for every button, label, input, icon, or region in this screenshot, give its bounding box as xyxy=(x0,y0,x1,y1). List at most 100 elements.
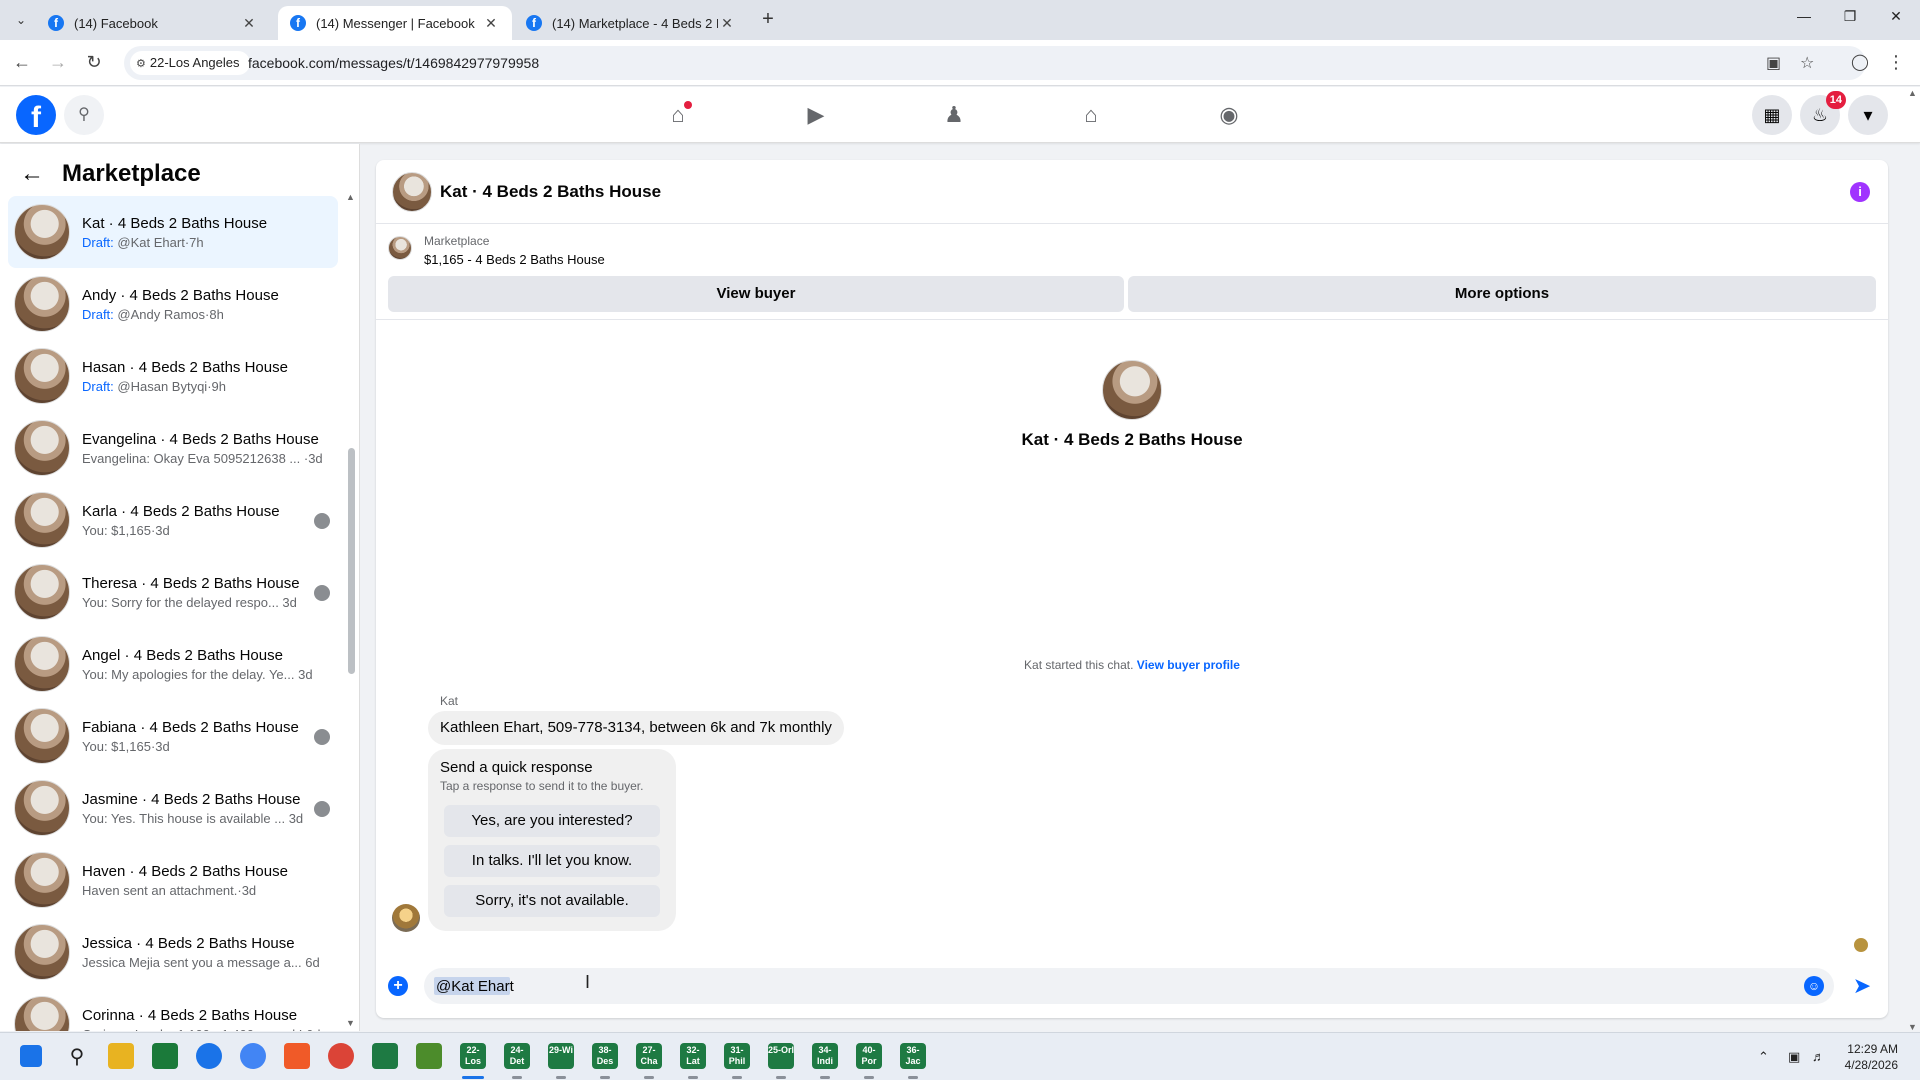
scroll-up-icon[interactable]: ▲ xyxy=(346,192,355,202)
taskbar-sheet-app[interactable]: 27-Cha xyxy=(636,1043,662,1069)
emoji-icon[interactable]: ☺ xyxy=(1804,976,1824,996)
close-tab-icon[interactable]: ✕ xyxy=(240,15,258,32)
more-options-button[interactable]: More options xyxy=(1128,276,1876,312)
conversation-item[interactable]: Andy · 4 Beds 2 Baths House Draft: @Andy … xyxy=(8,268,338,340)
page-scroll-up-icon[interactable]: ▲ xyxy=(1908,88,1917,98)
video-icon[interactable]: ▶ xyxy=(796,99,836,131)
chat-title[interactable]: Kat · 4 Beds 2 Baths House xyxy=(440,182,661,202)
conversation-item[interactable]: Jessica · 4 Beds 2 Baths House Jessica Me… xyxy=(8,916,338,988)
network-icon[interactable]: ▣ xyxy=(1788,1049,1800,1065)
account-chevron-icon[interactable]: ▾ xyxy=(1848,95,1888,135)
volume-icon[interactable]: ♬ xyxy=(1812,1049,1825,1064)
taskbar-sheet-app[interactable]: 24-Det xyxy=(504,1043,530,1069)
conversation-item[interactable]: Evangelina · 4 Beds 2 Baths House Evangel… xyxy=(8,412,338,484)
quick-response-talks-button[interactable]: In talks. I'll let you know. xyxy=(444,845,660,877)
system-clock[interactable]: 12:29 AM 4/28/2026 xyxy=(1845,1041,1898,1073)
taskbar-sheet-app[interactable]: 32-Lat xyxy=(680,1043,706,1069)
scroll-down-icon[interactable]: ▼ xyxy=(346,1018,355,1028)
notifications-bell-icon[interactable]: ♨ 14 xyxy=(1800,91,1846,135)
new-tab-button[interactable]: + xyxy=(756,8,780,31)
start-windows-icon[interactable] xyxy=(20,1045,42,1067)
quick-response-yes-button[interactable]: Yes, are you interested? xyxy=(444,805,660,837)
conversation-preview: You: $1,165·3d xyxy=(82,739,322,754)
preview-text: @Kat Ehart xyxy=(113,234,185,250)
info-icon[interactable]: i xyxy=(1850,182,1870,202)
taskbar-search-icon[interactable]: ⚲ xyxy=(64,1043,90,1069)
sheet-app-icon[interactable] xyxy=(372,1043,398,1069)
view-buyer-profile-link[interactable]: View buyer profile xyxy=(1137,658,1240,672)
page-scrollbar[interactable]: ▲ ▼ xyxy=(1906,88,1920,1032)
preview-text: You: My apologies for the delay. Ye... xyxy=(82,666,295,682)
url-text[interactable]: facebook.com/messages/t/1469842977979958 xyxy=(248,55,539,71)
scrollbar-thumb[interactable] xyxy=(348,448,355,674)
taskbar-sheet-app[interactable]: 36-Jac xyxy=(900,1043,926,1069)
conversation-name: Jessica · 4 Beds 2 Baths House xyxy=(82,934,295,952)
brave-icon[interactable] xyxy=(284,1043,310,1069)
chat-avatar[interactable] xyxy=(392,172,432,212)
taskbar-sheet-app[interactable]: 34-Indi xyxy=(812,1043,838,1069)
marketplace-icon[interactable]: ⌂ xyxy=(1071,99,1111,131)
conversation-item[interactable]: Haven · 4 Beds 2 Baths House Haven sent a… xyxy=(8,844,338,916)
close-tab-icon[interactable]: ✕ xyxy=(482,15,500,32)
restore-icon[interactable]: ❐ xyxy=(1836,8,1864,25)
reload-icon[interactable]: ↻ xyxy=(82,52,106,73)
taskbar-running-indicator xyxy=(600,1076,610,1079)
home-icon[interactable]: ⌂ xyxy=(658,99,698,131)
tab-messenger[interactable]: f (14) Messenger | Facebook ✕ xyxy=(278,6,512,40)
facebook-favicon-icon: f xyxy=(48,15,64,31)
menu-grid-icon[interactable]: ▦ xyxy=(1752,95,1792,135)
conversation-item[interactable]: Kat · 4 Beds 2 Baths House Draft: @Kat Eh… xyxy=(8,196,338,268)
back-icon[interactable]: ← xyxy=(10,52,34,73)
taskbar-sheet-app[interactable]: 40-Por xyxy=(856,1043,882,1069)
preview-text: You: Sorry for the delayed respo... xyxy=(82,594,279,610)
omnibox[interactable]: ⚙ 22-Los Angeles facebook.com/messages/t/… xyxy=(124,46,1866,80)
taskbar-sheet-app[interactable]: 31-Phil xyxy=(724,1043,750,1069)
taskbar-sheet-app[interactable]: 25-Orl xyxy=(768,1043,794,1069)
install-app-icon[interactable]: ▣ xyxy=(1766,53,1781,73)
conversation-item[interactable]: Jasmine · 4 Beds 2 Baths House You: Yes. … xyxy=(8,772,338,844)
profile-icon[interactable]: ◯ xyxy=(1848,52,1872,72)
browser-icon[interactable] xyxy=(196,1043,222,1069)
taskbar-sheet-app[interactable]: 22-Los xyxy=(460,1043,486,1069)
send-icon[interactable]: ➤ xyxy=(1848,972,1876,1000)
sidebar-scrollbar[interactable]: ▲ ▼ xyxy=(346,192,356,1028)
plus-icon[interactable]: + xyxy=(388,976,408,996)
conversation-item[interactable]: Fabiana · 4 Beds 2 Baths House You: $1,16… xyxy=(8,700,338,772)
search-icon[interactable]: ⚲ xyxy=(64,95,104,135)
friends-icon[interactable]: ♟ xyxy=(934,99,974,131)
file-explorer-icon[interactable] xyxy=(108,1043,134,1069)
tray-chevron-icon[interactable]: ⌃ xyxy=(1758,1049,1769,1065)
site-info-chip[interactable]: ⚙ 22-Los Angeles xyxy=(130,51,250,75)
tab-marketplace[interactable]: f (14) Marketplace - 4 Beds 2 Bat ✕ xyxy=(514,6,748,40)
bookmark-star-icon[interactable]: ☆ xyxy=(1800,53,1814,73)
close-window-icon[interactable]: ✕ xyxy=(1882,8,1910,25)
quick-response-unavailable-button[interactable]: Sorry, it's not available. xyxy=(444,885,660,917)
chrome-profile-icon[interactable] xyxy=(328,1043,354,1069)
page-scroll-down-icon[interactable]: ▼ xyxy=(1908,1022,1917,1032)
conversation-item[interactable]: Karla · 4 Beds 2 Baths House You: $1,165·… xyxy=(8,484,338,556)
close-tab-icon[interactable]: ✕ xyxy=(718,15,736,32)
more-menu-icon[interactable]: ⋮ xyxy=(1884,52,1908,73)
facebook-logo-icon[interactable]: f xyxy=(16,95,56,135)
listing-title[interactable]: $1,165 - 4 Beds 2 Baths House xyxy=(424,252,605,267)
conversation-item[interactable]: Angel · 4 Beds 2 Baths House You: My apol… xyxy=(8,628,338,700)
groups-icon[interactable]: ◉ xyxy=(1209,99,1249,131)
taskbar-sheet-app[interactable]: 38-Des xyxy=(592,1043,618,1069)
back-arrow-icon[interactable]: ← xyxy=(20,160,44,188)
conversation-item[interactable]: Hasan · 4 Beds 2 Baths House Draft: @Hasa… xyxy=(8,340,338,412)
minimize-icon[interactable]: — xyxy=(1790,8,1818,24)
conversation-item[interactable]: Corinna · 4 Beds 2 Baths House Corinna: I… xyxy=(8,988,338,1031)
message-input[interactable] xyxy=(436,968,1796,1004)
tab-facebook[interactable]: f (14) Facebook ✕ xyxy=(36,6,270,40)
app-icon[interactable] xyxy=(152,1043,178,1069)
conversation-name: Theresa · 4 Beds 2 Baths House xyxy=(82,574,300,592)
notes-app-icon[interactable] xyxy=(416,1043,442,1069)
chat-started-notice: Kat started this chat. View buyer profil… xyxy=(376,658,1888,672)
forward-icon[interactable]: → xyxy=(46,52,70,73)
conversation-item[interactable]: Theresa · 4 Beds 2 Baths House You: Sorry… xyxy=(8,556,338,628)
tab-search-chevron-icon[interactable]: ⌄ xyxy=(10,9,32,31)
taskbar-sheet-app[interactable]: 29-Wi xyxy=(548,1043,574,1069)
view-buyer-button[interactable]: View buyer xyxy=(388,276,1124,312)
conversation-preview: Evangelina: Okay Eva 5095212638 ... ·3d xyxy=(82,451,322,466)
chrome-icon[interactable] xyxy=(240,1043,266,1069)
